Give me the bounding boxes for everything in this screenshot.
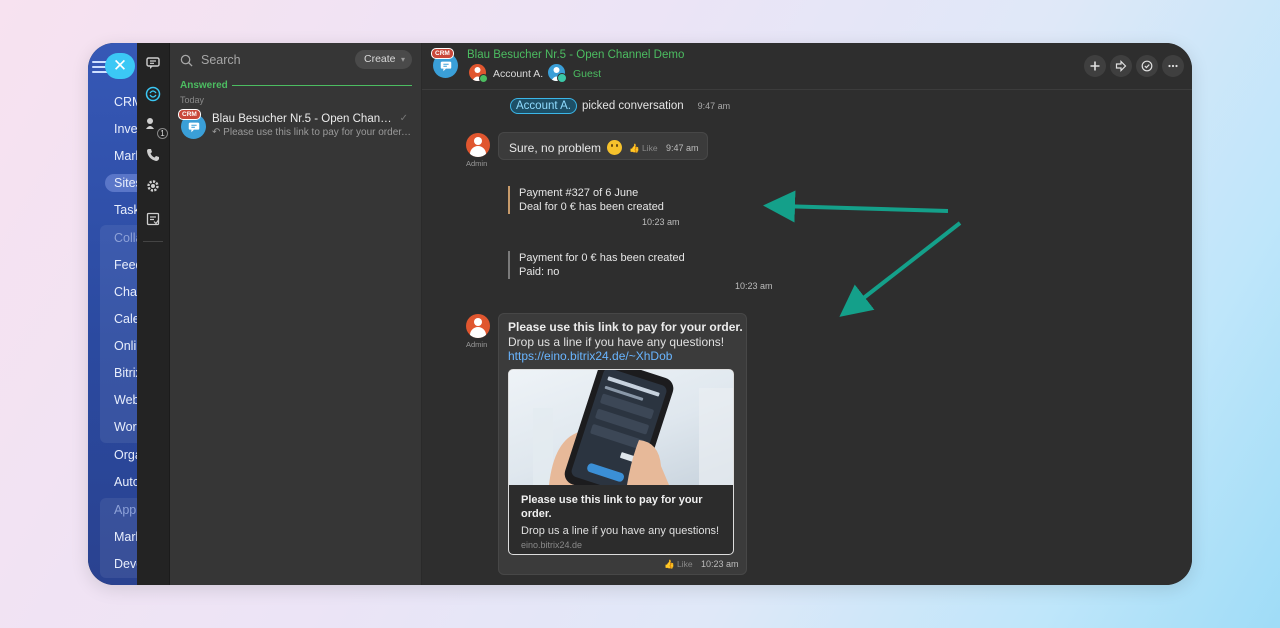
- form-icon[interactable]: [145, 211, 161, 227]
- arrow-to-deal-message: [763, 190, 949, 223]
- recent-list: Search Create ▾ Answered Today CRM Blau …: [170, 43, 422, 585]
- create-button[interactable]: Create ▾: [355, 50, 412, 69]
- notifications-icon[interactable]: 1: [145, 116, 168, 139]
- messenger-window: ✕ CRM Inven Mark Sites Task Colla Feed C…: [88, 43, 1192, 585]
- settings-icon[interactable]: [145, 178, 161, 194]
- read-check-icon: ✓: [399, 113, 408, 124]
- arrow-to-payment-link: [839, 221, 962, 317]
- search-placeholder: Search: [201, 53, 241, 67]
- search-icon: [180, 54, 193, 67]
- annotation-arrows: [763, 190, 962, 317]
- chat-title: Blau Besucher Nr.5 - Open Channel Demo: [212, 113, 397, 125]
- date-group-label: Today: [180, 95, 205, 105]
- chat-last-message: ↶ Please use this link to pay for your o…: [212, 127, 412, 138]
- search-input[interactable]: Search: [180, 51, 350, 69]
- crm-badge: CRM: [178, 109, 201, 120]
- create-label: Create: [364, 53, 396, 65]
- phone-icon[interactable]: [145, 147, 161, 163]
- answered-section-label: Answered: [180, 80, 228, 91]
- chevron-down-icon: ▾: [400, 55, 405, 64]
- close-button[interactable]: ✕: [105, 53, 135, 79]
- nav-divider: [143, 241, 163, 242]
- messenger-nav: 1: [137, 43, 170, 585]
- open-lines-icon[interactable]: [145, 86, 161, 102]
- recent-chat-item[interactable]: CRM Blau Besucher Nr.5 - Open Channel De…: [178, 109, 414, 140]
- chat-bubble-icon[interactable]: [145, 55, 161, 71]
- section-divider: [232, 85, 412, 86]
- notification-count-badge: 1: [157, 128, 168, 139]
- chat-panel: CRM Blau Besucher Nr.5 - Open Channel De…: [422, 43, 1192, 585]
- chat-preview-text: Please use this link to pay for your ord…: [223, 127, 412, 138]
